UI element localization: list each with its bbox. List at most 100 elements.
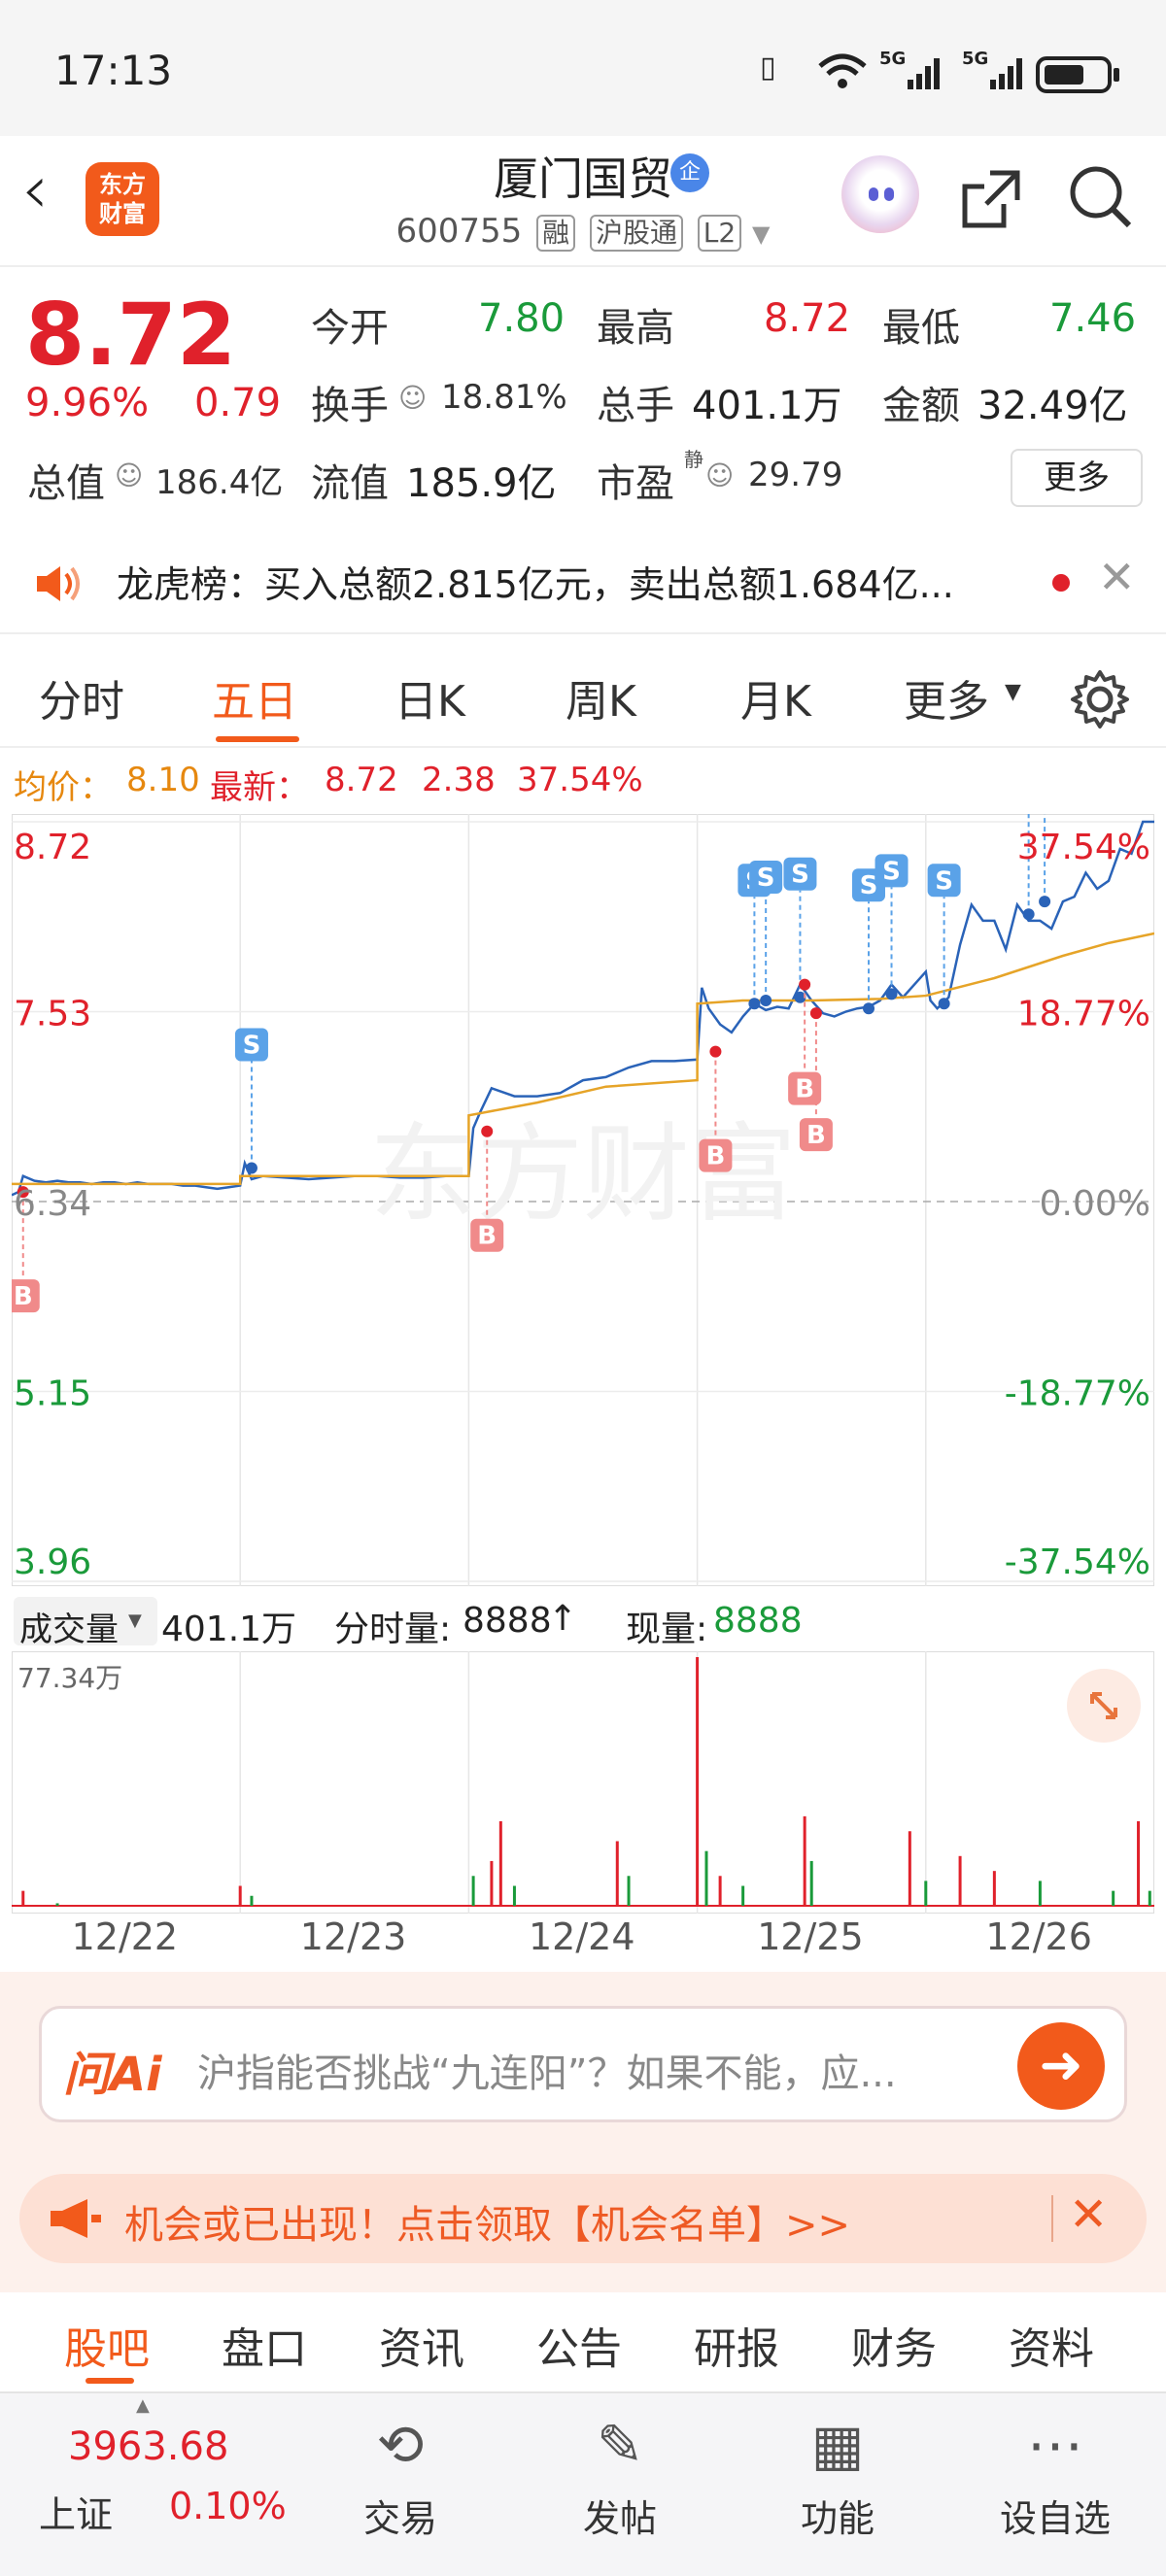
tab-monthly-k[interactable]: 月K bbox=[740, 666, 811, 729]
trade-marker-label-s: S bbox=[243, 1032, 261, 1061]
volume-frame bbox=[12, 1651, 1154, 1914]
edit-icon: ✎ bbox=[596, 2412, 644, 2478]
date-label: 12/26 bbox=[985, 1915, 1092, 1958]
trade-marker-dot bbox=[760, 995, 772, 1006]
pe-superscript: 静 bbox=[684, 448, 703, 471]
trade-marker-label-b: B bbox=[706, 1142, 726, 1171]
y-tick-right: -18.77% bbox=[1005, 1374, 1150, 1414]
trade-marker-label-b: B bbox=[14, 1282, 33, 1311]
change-percent: 9.96% bbox=[25, 381, 150, 425]
index-ticker[interactable]: ▲ 3963.68 上证 0.10% bbox=[0, 2393, 321, 2568]
nav-add-watchlist[interactable]: ⋯ 设自选 bbox=[987, 2411, 1123, 2542]
unread-dot bbox=[1052, 574, 1070, 592]
search-icon[interactable] bbox=[1067, 163, 1135, 231]
current-volume-value: 8888 bbox=[713, 1601, 803, 1641]
trade-marker-label-b: B bbox=[806, 1121, 826, 1150]
info-icon[interactable]: ☺ bbox=[705, 459, 734, 491]
nav-trade[interactable]: ⟲ 交易 bbox=[332, 2411, 468, 2542]
open-value: 7.80 bbox=[478, 296, 566, 341]
tab-order-book[interactable]: 盘口 bbox=[222, 2314, 307, 2376]
tag-margin: 融 bbox=[536, 215, 576, 252]
amount-value: 32.49亿 bbox=[977, 384, 1128, 428]
ai-robot-avatar[interactable] bbox=[841, 155, 919, 233]
close-icon[interactable]: ✕ bbox=[1069, 2187, 1108, 2242]
change-amount: 0.79 bbox=[194, 381, 282, 425]
index-name: 上证 bbox=[39, 2493, 114, 2536]
close-icon[interactable]: ✕ bbox=[1098, 551, 1136, 603]
nav-add-watchlist-label: 设自选 bbox=[999, 2497, 1111, 2540]
grid-icon: ▦ bbox=[810, 2412, 865, 2478]
avg-value: 8.10 bbox=[126, 761, 200, 799]
y-tick-left: 3.96 bbox=[14, 1542, 91, 1582]
tab-weekly-k[interactable]: 周K bbox=[566, 666, 636, 729]
caret-down-icon[interactable]: ▼ bbox=[752, 220, 770, 248]
latest-value: 8.72 bbox=[325, 761, 398, 799]
arrow-up-icon: ↑ bbox=[548, 1599, 578, 1639]
trade-marker-dot bbox=[748, 998, 761, 1010]
amount-label: 金额 bbox=[882, 384, 960, 428]
tab-profile[interactable]: 资料 bbox=[1009, 2314, 1094, 2376]
y-tick-right: 0.00% bbox=[1040, 1184, 1150, 1224]
high-label: 最高 bbox=[597, 306, 674, 351]
promo-banner[interactable]: 机会或已出现！点击领取【机会名单】>> ✕ bbox=[19, 2174, 1147, 2263]
volume-value: 401.1万 bbox=[692, 384, 842, 428]
nav-post-label: 发帖 bbox=[582, 2497, 657, 2540]
y-tick-left: 7.53 bbox=[14, 995, 91, 1034]
tab-daily-k[interactable]: 日K bbox=[394, 666, 465, 729]
caret-down-icon[interactable]: ▼ bbox=[1005, 680, 1021, 704]
tab-research[interactable]: 研报 bbox=[694, 2314, 779, 2376]
current-price: 8.72 bbox=[25, 285, 237, 385]
info-tabs: 股吧 盘口 资讯 公告 研报 财务 资料 bbox=[0, 2292, 1166, 2390]
y-tick-left: 8.72 bbox=[14, 828, 91, 867]
date-label: 12/25 bbox=[757, 1915, 864, 1958]
pe-value: 29.79 bbox=[748, 456, 843, 494]
bottom-nav: ▲ 3963.68 上证 0.10% ⟲ 交易 ✎ 发帖 ▦ 功能 ⋯ 设自选 bbox=[0, 2391, 1166, 2576]
ai-submit-arrow-icon[interactable]: ➜ bbox=[1017, 2022, 1105, 2110]
ai-ask-box[interactable]: 问Ai 沪指能否挑战“九连阳”？如果不能，应... ➜ bbox=[39, 2006, 1127, 2122]
volume-selector[interactable]: 成交量 ▼ bbox=[14, 1597, 157, 1649]
y-tick-right: -37.54% bbox=[1005, 1542, 1150, 1582]
more-button[interactable]: 更多 bbox=[1011, 449, 1143, 507]
nav-post[interactable]: ✎ 发帖 bbox=[552, 2411, 688, 2542]
trade-marker-label-b: B bbox=[477, 1222, 497, 1251]
caret-up-icon: ▲ bbox=[136, 2395, 150, 2416]
settings-gear-icon[interactable] bbox=[1069, 668, 1131, 730]
share-icon[interactable] bbox=[957, 165, 1025, 233]
tab-forum[interactable]: 股吧 bbox=[64, 2314, 150, 2376]
tab-more[interactable]: 更多 bbox=[904, 666, 989, 729]
chart-summary: 均价： 8.10 最新： 8.72 2.38 37.54% bbox=[0, 753, 1166, 811]
volume-label: 总手 bbox=[597, 384, 674, 428]
info-icon[interactable]: ☺ bbox=[115, 459, 143, 491]
ai-brand: 问Ai bbox=[63, 2048, 162, 2102]
date-label: 12/22 bbox=[71, 1915, 179, 1958]
battery-icon bbox=[1036, 56, 1119, 93]
info-icon[interactable]: ☺ bbox=[398, 382, 427, 414]
pe-label: 市盈 bbox=[597, 461, 674, 506]
nav-functions[interactable]: ▦ 功能 bbox=[770, 2411, 906, 2542]
tab-intraday[interactable]: 分时 bbox=[39, 666, 124, 729]
notice-bar[interactable]: 龙虎榜：买入总额2.815亿元，卖出总额1.684亿... ✕ bbox=[0, 529, 1166, 634]
promo-divider bbox=[1051, 2195, 1053, 2242]
five-day-chart[interactable]: 东方财富BSBBSSSBBSSSSS8.727.536.345.153.9637… bbox=[12, 814, 1154, 1586]
tab-five-day[interactable]: 五日 bbox=[212, 666, 297, 729]
expand-button[interactable] bbox=[1067, 1669, 1141, 1743]
notice-text: 龙虎榜：买入总额2.815亿元，卖出总额1.684亿... bbox=[117, 563, 954, 606]
trade-marker-dot bbox=[481, 1125, 494, 1137]
volume-chart[interactable] bbox=[12, 1651, 1154, 1914]
trade-marker-dot bbox=[799, 978, 811, 991]
trade-marker-dot bbox=[885, 988, 898, 1000]
volume-total: 401.1万 bbox=[161, 1610, 297, 1649]
open-label: 今开 bbox=[311, 306, 389, 351]
current-volume-label: 现量: bbox=[626, 1610, 708, 1649]
watermark: 东方财富 bbox=[369, 1112, 797, 1237]
trade-marker-dot bbox=[938, 998, 950, 1010]
stock-code: 600755 bbox=[395, 212, 523, 251]
volume-max-label: 77.34万 bbox=[17, 1662, 123, 1694]
tag-l2: L2 bbox=[697, 215, 742, 252]
chart-tabs: 分时 五日 日K 周K 月K 更多 ▼ bbox=[0, 641, 1166, 748]
tab-finance[interactable]: 财务 bbox=[851, 2314, 937, 2376]
low-label: 最低 bbox=[882, 306, 960, 351]
trade-marker-label-s: S bbox=[882, 857, 901, 886]
tab-news[interactable]: 资讯 bbox=[379, 2314, 464, 2376]
tab-announcements[interactable]: 公告 bbox=[536, 2314, 622, 2376]
